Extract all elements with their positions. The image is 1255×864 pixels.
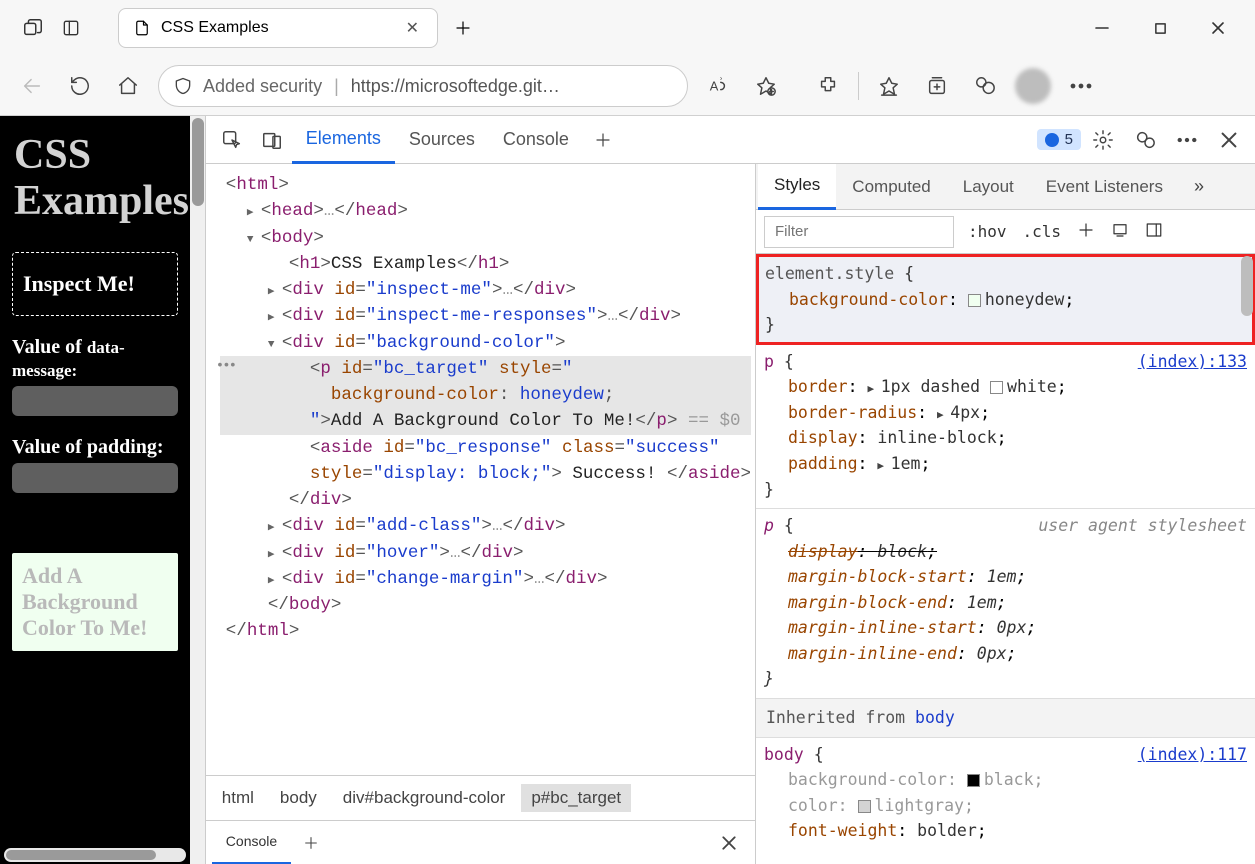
horizontal-scrollbar[interactable]	[4, 848, 186, 862]
feedback-button[interactable]	[1125, 120, 1165, 160]
url-text: https://microsoftedge.git…	[351, 76, 560, 97]
tab-actions-icon[interactable]	[52, 9, 90, 47]
dom-tree[interactable]: <html> ▶<head>…</head> ▼<body> <h1>CSS E…	[206, 164, 755, 775]
crumb-body[interactable]: body	[270, 784, 327, 812]
drawer-close-button[interactable]	[709, 823, 749, 863]
tab-layout[interactable]: Layout	[947, 164, 1030, 210]
browser-toolbar: Added security | https://microsoftedge.g…	[0, 56, 1255, 116]
tab-console[interactable]: Console	[489, 116, 583, 164]
extensions-button[interactable]	[806, 64, 850, 108]
tab-sources[interactable]: Sources	[395, 116, 489, 164]
inherited-from: Inherited from body	[756, 699, 1255, 738]
tab-title: CSS Examples	[161, 19, 392, 37]
address-bar[interactable]: Added security | https://microsoftedge.g…	[158, 65, 688, 107]
p-ua-rule[interactable]: user agent stylesheet p { display: block…	[756, 509, 1255, 699]
inspect-me-box[interactable]: Inspect Me!	[12, 252, 178, 316]
back-button[interactable]	[10, 64, 54, 108]
filter-input[interactable]	[764, 216, 954, 248]
minimize-button[interactable]	[1075, 9, 1129, 47]
security-label: Added security	[203, 76, 322, 97]
drawer-add-tab[interactable]	[291, 823, 331, 863]
browser-chrome: CSS Examples ✕ Added security | https://…	[0, 0, 1255, 116]
new-tab-button[interactable]	[444, 9, 482, 47]
computed-toggle-button[interactable]	[1105, 217, 1135, 247]
tab-elements[interactable]: Elements	[292, 116, 395, 164]
styles-toolbar: :hov .cls	[756, 210, 1255, 254]
maximize-button[interactable]	[1133, 9, 1187, 47]
drawer-console-tab[interactable]: Console	[212, 821, 291, 864]
crumb-p[interactable]: p#bc_target	[521, 784, 631, 812]
titlebar: CSS Examples ✕	[0, 0, 1255, 56]
tab-styles[interactable]: Styles	[758, 164, 836, 210]
home-button[interactable]	[106, 64, 150, 108]
device-toolbar-button[interactable]	[252, 120, 292, 160]
browser-essentials-button[interactable]	[963, 64, 1007, 108]
value-data-message-input[interactable]	[12, 386, 178, 416]
devtools: Elements Sources Console 5 <html> ▶<head…	[205, 116, 1255, 864]
read-aloud-button[interactable]: A›	[696, 64, 740, 108]
value-padding-input[interactable]	[12, 463, 178, 493]
new-rule-button[interactable]	[1071, 217, 1101, 247]
drawer: Console	[206, 820, 755, 864]
value-padding-label: Value of padding:	[0, 430, 190, 463]
close-window-button[interactable]	[1191, 9, 1245, 47]
sidebar-button[interactable]	[1139, 217, 1169, 247]
add-tab-button[interactable]	[583, 120, 623, 160]
hov-button[interactable]: :hov	[962, 218, 1013, 245]
styles-tabs: Styles Computed Layout Event Listeners »	[756, 164, 1255, 210]
issues-badge[interactable]: 5	[1037, 129, 1081, 150]
svg-text:›: ›	[720, 75, 723, 83]
breadcrumb[interactable]: html body div#background-color p#bc_targ…	[206, 775, 755, 820]
add-background-box[interactable]: Add A Background Color To Me!	[12, 553, 178, 651]
profile-avatar[interactable]	[1015, 68, 1051, 104]
tab-event-listeners[interactable]: Event Listeners	[1030, 164, 1179, 210]
page-icon	[133, 19, 151, 37]
element-style-rule[interactable]: element.style { background-color: honeyd…	[756, 254, 1255, 345]
dom-panel: <html> ▶<head>…</head> ▼<body> <h1>CSS E…	[206, 164, 755, 864]
body-rule[interactable]: (index):117 body { background-color: bla…	[756, 738, 1255, 850]
inspect-element-button[interactable]	[212, 120, 252, 160]
vertical-scrollbar[interactable]	[190, 116, 204, 864]
page-heading: CSS Examples	[0, 116, 190, 238]
window-controls	[1075, 9, 1245, 47]
favorite-button[interactable]	[744, 64, 788, 108]
styles-panel: Styles Computed Layout Event Listeners »…	[755, 164, 1255, 864]
more-tabs-icon[interactable]: »	[1179, 167, 1219, 207]
svg-text:A: A	[710, 79, 719, 94]
more-button[interactable]	[1167, 120, 1207, 160]
browser-tab[interactable]: CSS Examples ✕	[118, 8, 438, 48]
crumb-div[interactable]: div#background-color	[333, 784, 516, 812]
devtools-toolbar: Elements Sources Console 5	[206, 116, 1255, 164]
page-preview: CSS Examples Inspect Me! Value of data-m…	[0, 116, 190, 864]
value-data-message-label: Value of data-message:	[0, 330, 190, 386]
shield-icon	[173, 76, 193, 96]
style-rules[interactable]: element.style { background-color: honeyd…	[756, 254, 1255, 864]
p-rule[interactable]: (index):133 p { border: ▶ 1px dashed whi…	[756, 345, 1255, 509]
workspaces-icon[interactable]	[14, 9, 52, 47]
favorites-bar-button[interactable]	[867, 64, 911, 108]
tab-close-icon[interactable]: ✕	[402, 18, 423, 38]
crumb-html[interactable]: html	[212, 784, 264, 812]
menu-button[interactable]	[1059, 64, 1103, 108]
close-devtools-button[interactable]	[1209, 120, 1249, 160]
collections-button[interactable]	[915, 64, 959, 108]
cls-button[interactable]: .cls	[1017, 218, 1068, 245]
rules-scrollbar[interactable]	[1241, 256, 1253, 316]
settings-button[interactable]	[1083, 120, 1123, 160]
refresh-button[interactable]	[58, 64, 102, 108]
tab-computed[interactable]: Computed	[836, 164, 946, 210]
